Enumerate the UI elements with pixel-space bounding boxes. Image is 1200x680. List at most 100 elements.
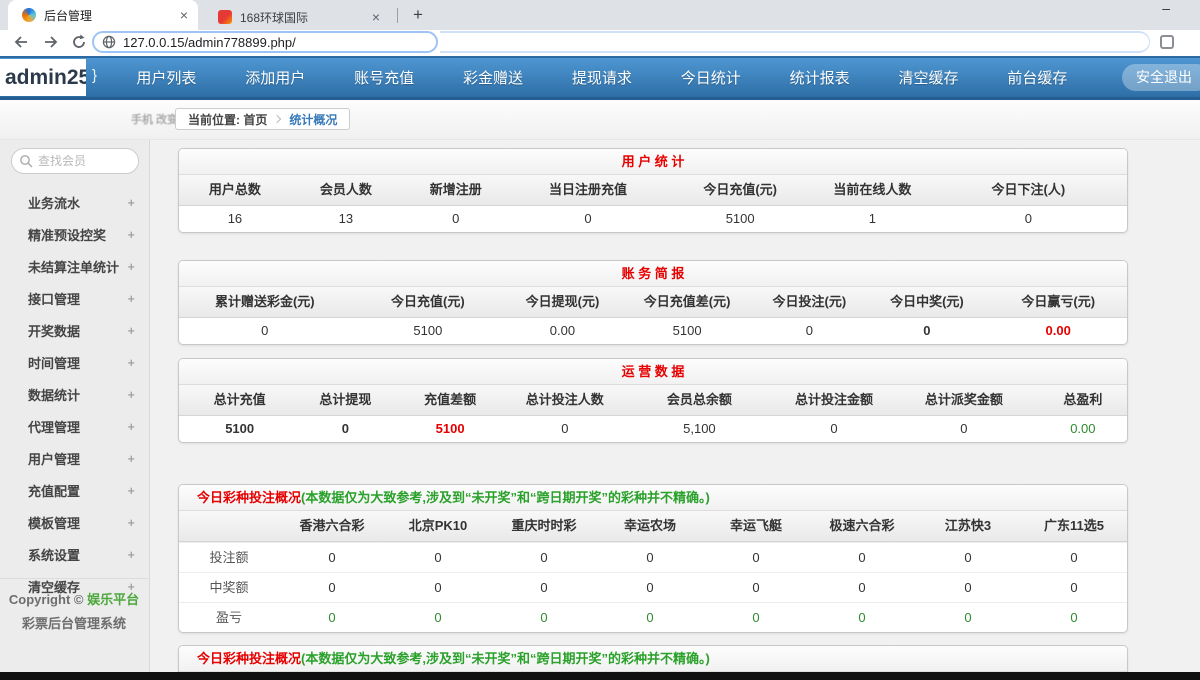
today-bets-title-2: 今日彩种投注概况(本数据仅为大致参考,涉及到“未开奖”和“跨日期开奖”的彩种并不… [179, 646, 1127, 672]
sidebar-menu-item[interactable]: 接口管理 + [0, 282, 149, 314]
nav-menu-item[interactable]: 清空缓存 [899, 67, 959, 88]
admin-username-box: admin25 [0, 59, 86, 96]
expand-plus-icon[interactable]: + [127, 227, 135, 242]
column-header: 总计投注金额 [779, 385, 889, 415]
account-brief-table: 账 务 简 报 累计赠送彩金(元)今日充值(元)今日提现(元)今日充值差(元)今… [178, 260, 1128, 345]
window-minimize-button[interactable]: – [1162, 0, 1170, 16]
site-favicon-icon [218, 10, 232, 24]
sidebar-item-label: 数据统计 [28, 385, 127, 404]
sidebar-item-label: 时间管理 [28, 353, 127, 372]
column-header: 用户总数 [179, 175, 291, 205]
today-bets-title-note: (本数据仅为大致参考,涉及到“未开奖”和“跨日期开奖”的彩种并不精确。) [301, 651, 710, 666]
sidebar-menu-item[interactable]: 模板管理 + [0, 506, 149, 538]
column-header: 今日提现(元) [505, 287, 620, 317]
stat-value: 0 [809, 603, 915, 632]
expand-plus-icon[interactable]: + [127, 483, 135, 498]
expand-plus-icon[interactable]: + [127, 355, 135, 370]
logout-button[interactable]: 安全退出 [1122, 64, 1200, 91]
expand-plus-icon[interactable]: + [127, 387, 135, 402]
breadcrumb-current-link[interactable]: 统计概况 [289, 111, 337, 128]
clipped-ghost-text: 手机 改变 [131, 111, 178, 127]
sidebar-menu-item[interactable]: 开奖数据 + [0, 314, 149, 346]
stat-value: 0 [1021, 573, 1127, 602]
url-text: 127.0.0.15/admin778899.php/ [123, 35, 296, 50]
sidebar-item-label: 开奖数据 [28, 321, 127, 340]
nav-menu: 用户列表 添加用户 账号充值 彩金赠送 提现请求 今日统计 统计报表 清空缓存 前台缓存 [112, 58, 1092, 97]
sidebar-item-label: 代理管理 [28, 417, 127, 436]
expand-plus-icon[interactable]: + [127, 451, 135, 466]
stat-value: 5100 [390, 416, 509, 442]
screen: 后台管理 × 168环球国际 × + – 127.0.0.15/admin778… [0, 0, 1200, 680]
operation-data-values: 51000510005,100000.00 [179, 416, 1127, 442]
reload-icon[interactable] [70, 33, 90, 53]
forward-icon[interactable] [42, 33, 62, 53]
stat-value: 13 [291, 206, 401, 232]
url-bar[interactable]: 127.0.0.15/admin778899.php/ [92, 31, 438, 53]
browser-tab-site[interactable]: 168环球国际 × [204, 4, 390, 30]
column-header: 当日注册充值 [511, 175, 666, 205]
today-bets-title-red: 今日彩种投注概况 [197, 490, 301, 505]
lottery-column-header: 香港六合彩 [279, 511, 385, 541]
sidebar-menu-item[interactable]: 数据统计 + [0, 378, 149, 410]
copyright-line: Copyright © 娱乐平台 [0, 589, 148, 608]
lottery-column-header: 幸运飞艇 [703, 511, 809, 541]
sidebar-item-label: 接口管理 [28, 289, 127, 308]
nav-menu-item[interactable]: 添加用户 [245, 67, 305, 88]
expand-plus-icon[interactable]: + [127, 419, 135, 434]
expand-plus-icon[interactable]: + [127, 195, 135, 210]
back-icon[interactable] [12, 33, 32, 53]
sidebar-menu-item[interactable]: 未结算注单统计 + [0, 250, 149, 282]
expand-plus-icon[interactable]: + [127, 291, 135, 306]
extension-icon[interactable] [1160, 35, 1174, 49]
sidebar-menu-item[interactable]: 精准预设控奖 + [0, 218, 149, 250]
column-header: 今日充值(元) [351, 287, 506, 317]
column-header: 总计投注人数 [510, 385, 620, 415]
stat-value: 0 [703, 543, 809, 572]
expand-plus-icon[interactable]: + [127, 323, 135, 338]
expand-plus-icon[interactable]: + [127, 259, 135, 274]
sidebar-menu-item[interactable]: 时间管理 + [0, 346, 149, 378]
lottery-column-header: 幸运农场 [597, 511, 703, 541]
nav-menu-item[interactable]: 统计报表 [790, 67, 850, 88]
new-tab-button[interactable]: + [406, 3, 430, 27]
stat-value: 0 [1021, 603, 1127, 632]
tab-close-icon[interactable]: × [178, 7, 190, 23]
stat-value: 0 [279, 603, 385, 632]
expand-plus-icon[interactable]: + [127, 547, 135, 562]
browser-tab-admin[interactable]: 后台管理 × [8, 0, 198, 30]
nav-menu-item[interactable]: 彩金赠送 [463, 67, 523, 88]
nav-menu-item[interactable]: 账号充值 [354, 67, 414, 88]
sidebar-menu: 业务流水 + 精准预设控奖 + 未结算注单统计 + 接口管理 + 开奖数据 + … [0, 186, 149, 602]
sidebar-menu-item[interactable]: 代理管理 + [0, 410, 149, 442]
sidebar-menu-item[interactable]: 用户管理 + [0, 442, 149, 474]
lottery-column-header: 江苏快3 [915, 511, 1021, 541]
stat-value: 0 [491, 543, 597, 572]
nav-menu-item[interactable]: 用户列表 [136, 67, 196, 88]
stat-value: 0 [864, 318, 989, 344]
stat-value: 0 [511, 206, 666, 232]
column-header: 今日充值(元) [665, 175, 815, 205]
lottery-column-header: 广东11选5 [1021, 511, 1127, 541]
row-label: 投注额 [179, 543, 279, 572]
stat-value: 0 [279, 543, 385, 572]
column-header: 充值差额 [390, 385, 509, 415]
stat-value: 0 [703, 573, 809, 602]
nav-menu-item[interactable]: 今日统计 [681, 67, 741, 88]
sidebar-menu-item[interactable]: 系统设置 + [0, 538, 149, 570]
column-header: 总计充值 [179, 385, 300, 415]
column-header: 会员总余额 [620, 385, 779, 415]
nav-menu-item[interactable]: 前台缓存 [1007, 67, 1067, 88]
column-header: 累计赠送彩金(元) [179, 287, 351, 317]
expand-plus-icon[interactable]: + [127, 515, 135, 530]
tab-close-icon[interactable]: × [370, 9, 382, 25]
browser-toolbar: 127.0.0.15/admin778899.php/ [0, 30, 1200, 56]
stat-value: 1 [815, 206, 930, 232]
operation-data-title: 运 营 数 据 [179, 359, 1127, 385]
nav-menu-item[interactable]: 提现请求 [572, 67, 632, 88]
sidebar: 业务流水 + 精准预设控奖 + 未结算注单统计 + 接口管理 + 开奖数据 + … [0, 140, 150, 672]
sidebar-menu-item[interactable]: 充值配置 + [0, 474, 149, 506]
bet-amount-row: 投注额 00000000 [179, 542, 1127, 572]
win-amount-values: 00000000 [279, 573, 1127, 602]
lottery-column-header: 极速六合彩 [809, 511, 915, 541]
sidebar-menu-item[interactable]: 业务流水 + [0, 186, 149, 218]
